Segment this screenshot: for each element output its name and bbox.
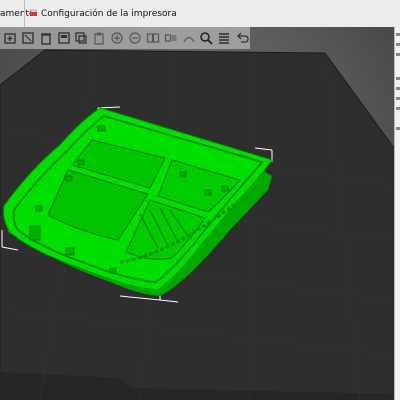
main-toolbar: [0, 27, 250, 49]
layers-icon[interactable]: [216, 30, 232, 47]
copy-icon[interactable]: [73, 30, 89, 47]
panel-marker: [396, 43, 400, 46]
undo-icon[interactable]: [234, 30, 250, 47]
scene-canvas: [0, 49, 394, 400]
panel-marker: [396, 97, 400, 100]
panel-marker: [396, 77, 400, 80]
panel-marker: [396, 53, 400, 56]
add-object-icon[interactable]: [2, 30, 18, 47]
search-icon[interactable]: [198, 30, 214, 47]
delete-icon[interactable]: [20, 30, 36, 47]
tab-bar: amento Configuración de la impresora: [0, 0, 400, 28]
panel-marker: [396, 33, 400, 36]
paste-icon[interactable]: [91, 30, 107, 47]
tab-printer-settings-label: Configuración de la impresora: [41, 8, 177, 19]
arrange-icon[interactable]: [56, 30, 72, 47]
panel-marker: [396, 127, 400, 130]
panel-marker: [396, 87, 400, 90]
add-instance-icon[interactable]: [109, 30, 125, 47]
variable-layer-icon[interactable]: [181, 30, 197, 47]
printer-icon: [29, 9, 38, 18]
split-objects-icon[interactable]: [145, 30, 161, 47]
delete-all-icon[interactable]: [38, 30, 54, 47]
split-parts-icon[interactable]: [163, 30, 179, 47]
right-settings-panel[interactable]: [394, 27, 400, 400]
3d-viewport[interactable]: [0, 27, 394, 400]
panel-marker: [396, 107, 400, 110]
remove-instance-icon[interactable]: [127, 30, 143, 47]
tab-printer-settings[interactable]: Configuración de la impresora: [24, 0, 177, 27]
